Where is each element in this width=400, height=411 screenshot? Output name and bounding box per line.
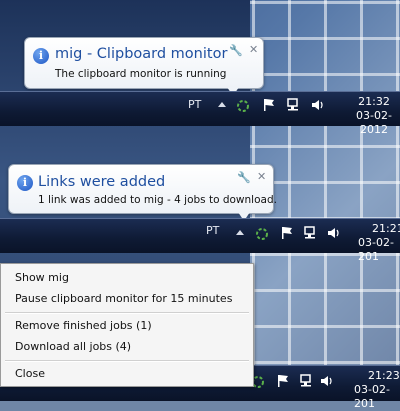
language-indicator[interactable]: PT [188,98,201,111]
network-icon[interactable] [287,98,301,112]
action-center-flag-icon[interactable] [280,226,294,240]
language-indicator[interactable]: PT [206,224,219,237]
clock-date: 03-02-201 [358,236,394,263]
menu-separator [5,360,249,362]
network-icon[interactable] [300,374,314,388]
mig-tray-icon[interactable] [254,227,270,241]
clock[interactable]: 21:23 03-02-201 [350,369,400,411]
volume-icon[interactable] [320,374,334,388]
clock-time: 21:21 [372,222,400,235]
action-center-flag-icon[interactable] [276,374,290,388]
clock-time: 21:32 [358,95,390,108]
balloon-text: The clipboard monitor is running [55,68,227,80]
balloon-text: 1 link was added to mig - 4 jobs to down… [38,194,277,206]
clock-time: 21:23 [368,369,400,382]
pin-icon[interactable]: 🔧 [237,171,251,184]
clock[interactable]: 21:21 03-02-201 [356,222,400,264]
menu-item-download-all-jobs[interactable]: Download all jobs (4) [15,340,131,353]
volume-icon[interactable] [311,98,325,112]
notification-balloon-clipboard[interactable]: i mig - Clipboard monitor 🔧 ✕ The clipbo… [24,37,264,96]
clock-date: 03-02-2012 [356,109,392,136]
menu-item-close[interactable]: Close [15,367,45,380]
menu-separator [5,312,249,314]
clock[interactable]: 21:32 03-02-2012 [348,95,400,137]
menu-item-pause-clipboard-monitor[interactable]: Pause clipboard monitor for 15 minutes [15,292,232,305]
menu-item-remove-finished-jobs[interactable]: Remove finished jobs (1) [15,319,152,332]
show-hidden-icons-chevron[interactable] [218,102,226,107]
menu-item-show-mig[interactable]: Show mig [15,271,69,284]
show-hidden-icons-chevron[interactable] [236,230,244,235]
balloon-title: Links were added [38,174,166,190]
volume-icon[interactable] [327,226,341,240]
clock-date: 03-02-201 [354,383,390,410]
notification-balloon-links[interactable]: i Links were added 🔧 ✕ 1 link was added … [8,164,277,221]
info-icon: i [17,175,33,191]
network-icon[interactable] [304,226,318,240]
taskbar-2: PT 21:21 03-02-201 [0,218,400,263]
taskbar-1: PT 21:32 03-02-2012 [0,91,400,136]
action-center-flag-icon[interactable] [262,98,276,112]
tray-context-menu: Show mig Pause clipboard monitor for 15 … [0,263,254,387]
close-icon[interactable]: ✕ [249,43,258,56]
balloon-title: mig - Clipboard monitor [55,46,228,62]
pin-icon[interactable]: 🔧 [229,44,243,57]
close-icon[interactable]: ✕ [257,170,266,183]
info-icon: i [33,48,49,64]
mig-tray-icon[interactable] [235,99,251,113]
